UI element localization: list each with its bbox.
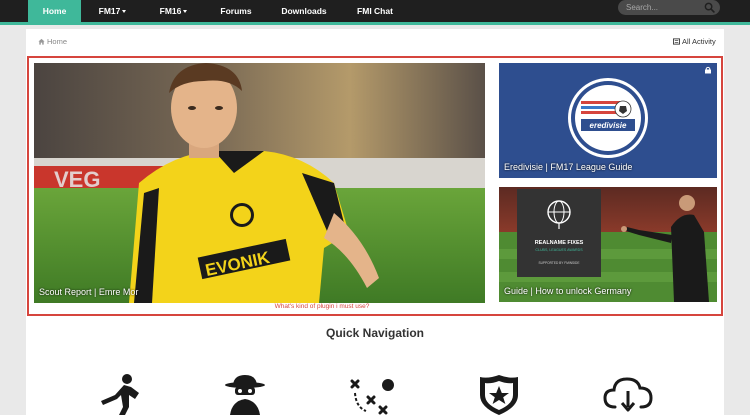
stadium-photo: REALNAME FIXES CLUBS, LEAGUES AWARDS SUP…: [499, 187, 717, 302]
feature-caption: Guide | How to unlock Germany: [504, 286, 632, 296]
home-icon: [38, 38, 45, 45]
all-activity-link[interactable]: All Activity: [673, 37, 716, 46]
nav-item-home[interactable]: Home: [28, 0, 81, 22]
search-box: [618, 0, 720, 15]
feature-tile-main[interactable]: VEG EVONIK Scout Report | Emre Mor: [34, 63, 485, 303]
eredivisie-logo-text: eredivisie: [590, 121, 627, 130]
poster-subtitle: CLUBS, LEAGUES AWARDS: [535, 248, 583, 252]
nav-item-forums[interactable]: Forums: [208, 0, 264, 22]
all-activity-label: All Activity: [682, 37, 716, 46]
nav-label: Home: [42, 6, 67, 16]
activity-icon: [673, 38, 680, 45]
plugin-question-link[interactable]: What's kind of plugin i must use?: [26, 303, 618, 310]
cloud-download-icon[interactable]: [601, 373, 655, 415]
poster-footer: SUPPORTED BY FMINSIDE: [539, 261, 580, 265]
nav-item-fm16[interactable]: FM16: [146, 0, 201, 22]
nav-label: FM16: [159, 6, 182, 16]
nav-item-downloads[interactable]: Downloads: [270, 0, 338, 22]
nav-label: FMI Chat: [357, 6, 393, 16]
nav-item-fmi-chat[interactable]: FMI Chat: [345, 0, 405, 22]
player-photo: VEG EVONIK: [34, 63, 485, 303]
nav-label: Downloads: [281, 6, 327, 16]
club-shield-icon[interactable]: [472, 373, 526, 415]
search-input[interactable]: [626, 1, 704, 14]
nav-item-fm17[interactable]: FM17: [85, 0, 140, 22]
feature-tile-germany[interactable]: REALNAME FIXES CLUBS, LEAGUES AWARDS SUP…: [499, 187, 717, 302]
nav-label: Forums: [220, 6, 252, 16]
caret-down-icon: [122, 10, 127, 14]
poster-title: REALNAME FIXES: [535, 240, 584, 246]
eredivisie-logo: eredivisie: [568, 78, 648, 158]
scout-spy-icon[interactable]: [218, 373, 272, 415]
navbar-accent-line: [0, 22, 750, 25]
feature-caption: Eredivisie | FM17 League Guide: [504, 162, 633, 172]
player-kick-icon[interactable]: [95, 373, 149, 415]
caret-down-icon: [183, 10, 188, 14]
quick-navigation-title: Quick Navigation: [325, 326, 425, 340]
breadcrumb[interactable]: Home: [38, 37, 67, 47]
tactics-board-icon[interactable]: [346, 373, 400, 415]
lock-icon: [705, 66, 711, 74]
search-icon[interactable]: [704, 2, 715, 13]
feature-caption: Scout Report | Emre Mor: [39, 287, 139, 297]
feature-tile-eredivisie[interactable]: eredivisie Eredivisie | FM17 League Guid…: [499, 63, 717, 178]
breadcrumb-home-label: Home: [47, 37, 68, 46]
nav-label: FM17: [98, 6, 121, 16]
